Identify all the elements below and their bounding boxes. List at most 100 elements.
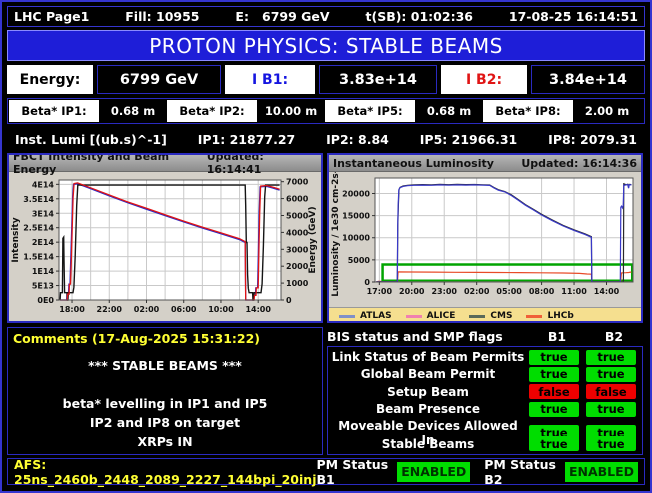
svg-text:1E14: 1E14 — [32, 267, 55, 276]
svg-text:Luminosity / 1e30 cm-2s-1: Luminosity / 1e30 cm-2s-1 — [331, 172, 341, 297]
svg-text:4E14: 4E14 — [32, 180, 55, 189]
bis-flag-b2: true — [586, 401, 636, 417]
intensity-b1-value: 3.83e+14 — [319, 65, 437, 94]
beta-ip4-value: 2.00 m — [573, 100, 641, 122]
luminosity-legend: ATLAS ALICE CMS LHCb — [329, 307, 641, 321]
legend-dash — [526, 314, 543, 318]
comment-line: *** STABLE BEAMS *** — [88, 358, 242, 373]
svg-text:Energy (GeV): Energy (GeV) — [308, 206, 318, 273]
bis-row-label: Setup Beam — [387, 384, 469, 399]
page-title: PROTON PHYSICS: STABLE BEAMS — [7, 30, 645, 61]
bis-col-b2: B2 — [604, 329, 624, 344]
fbct-chart: 18:00 22:00 02:00 06:00 10:00 14:00 0E0 5E13 1E1… — [9, 172, 321, 321]
inst-lumi-row: Inst. Lumi [(ub.s)^-1] IP1: 21877.27 IP2:… — [7, 127, 645, 151]
inst-lumi-ip8: IP8: 2079.31 — [548, 131, 637, 147]
legend-dash — [339, 314, 355, 318]
legend-dash — [469, 314, 486, 318]
bis-row-label: Global Beam Permit — [360, 367, 496, 382]
bis-flag-b1: false — [529, 384, 579, 400]
bis-flags-box: Link Status of Beam Permits true true Globa… — [327, 346, 643, 455]
svg-text:10000: 10000 — [342, 234, 370, 243]
intensity-b1-label: I B1: — [225, 65, 315, 94]
pm-status-b1-label: PM Status B1 — [316, 456, 389, 487]
svg-text:06:00: 06:00 — [171, 305, 197, 314]
svg-text:02:00: 02:00 — [134, 305, 160, 314]
svg-text:2000: 2000 — [286, 262, 309, 271]
fill-number: Fill: 10955 — [125, 9, 200, 24]
luminosity-chart-panel: Instantaneous Luminosity Updated: 16:14:… — [327, 153, 643, 323]
svg-text:5E13: 5E13 — [32, 282, 54, 291]
svg-text:1000: 1000 — [286, 279, 309, 288]
svg-text:20000: 20000 — [342, 189, 370, 198]
datetime: 17-08-25 16:14:51 — [508, 9, 638, 24]
luminosity-chart-updated: Updated: 16:14:36 — [521, 156, 637, 170]
svg-text:3E14: 3E14 — [32, 209, 55, 218]
svg-text:14:00: 14:00 — [594, 287, 620, 296]
energy-label: Energy: — [7, 65, 93, 94]
svg-text:22:00: 22:00 — [97, 305, 123, 314]
svg-text:02:00: 02:00 — [464, 287, 490, 296]
bottom-section: Comments (17-Aug-2025 15:31:22) *** STAB… — [7, 327, 645, 455]
svg-text:17:00: 17:00 — [367, 287, 393, 296]
afs-scheme: AFS: 25ns_2460b_2448_2089_2227_144bpi_20… — [14, 456, 317, 487]
bis-row: Link Status of Beam Permits true true — [330, 349, 640, 365]
comment-line — [13, 375, 317, 394]
svg-text:2.5E14: 2.5E14 — [23, 224, 54, 233]
svg-text:5000: 5000 — [286, 211, 309, 220]
svg-text:1.5E14: 1.5E14 — [23, 253, 54, 262]
svg-text:18:00: 18:00 — [59, 305, 85, 314]
bis-row: Stable Beams true true — [330, 436, 640, 452]
intensity-b2-label: I B2: — [441, 65, 527, 94]
inst-lumi-label: Inst. Lumi [(ub.s)^-1] — [15, 131, 167, 147]
svg-text:14:00: 14:00 — [245, 305, 271, 314]
bis-flag-b2: true — [586, 349, 636, 365]
beam-summary-row: Energy: 6799 GeV I B1: 3.83e+14 I B2: 3.… — [7, 65, 645, 94]
pm-status-b2-label: PM Status B2 — [484, 456, 556, 487]
top-status-bar: LHC Page1 Fill: 10955 E: 6799 GeV t(SB):… — [7, 6, 645, 27]
app-title: LHC Page1 — [14, 9, 90, 24]
bis-col-b1: B1 — [547, 329, 567, 344]
luminosity-chart-titlebar: Instantaneous Luminosity Updated: 16:14:… — [329, 155, 641, 172]
afs-pm-bar: AFS: 25ns_2460b_2448_2089_2227_144bpi_20… — [7, 456, 645, 487]
legend-item-cms: CMS — [469, 311, 512, 321]
charts-section: FBCT Intensity and Beam Energy Updated: … — [7, 153, 645, 323]
svg-text:0: 0 — [364, 278, 370, 287]
stable-beams-timer: t(SB): 01:02:36 — [365, 9, 473, 24]
beta-ip3-label: Beta* IP5: — [325, 100, 415, 122]
beta-ip4-label: Beta* IP8: — [483, 100, 573, 122]
energy-value: 6799 GeV — [97, 65, 221, 94]
beta-ip1-label: Beta* IP1: — [9, 100, 99, 122]
intensity-b2-value: 3.84e+14 — [531, 65, 645, 94]
bis-row-label: Link Status of Beam Permits — [331, 350, 525, 364]
svg-text:3000: 3000 — [286, 245, 309, 254]
inst-lumi-ip5: IP5: 21966.31 — [419, 131, 518, 147]
bis-row: Setup Beam false false — [330, 384, 640, 400]
bis-row-label: Stable Beams — [381, 436, 475, 451]
beta-ip1-value: 0.68 m — [99, 100, 167, 122]
luminosity-chart: 17:00 20:00 23:00 02:00 05:00 08:00 11:00 14:00… — [329, 163, 641, 307]
bis-row-label: Beam Presence — [376, 402, 480, 417]
svg-text:4000: 4000 — [286, 228, 309, 237]
comments-heading: Comments (17-Aug-2025 15:31:22) — [13, 331, 260, 346]
inst-lumi-ip1: IP1: 21877.27 — [197, 131, 296, 147]
comments-body: *** STABLE BEAMS *** beta* levelling in I… — [13, 356, 317, 451]
luminosity-chart-title: Instantaneous Luminosity — [333, 156, 494, 170]
pm-status-b2-badge: ENABLED — [565, 461, 638, 482]
svg-text:Intensity: Intensity — [11, 217, 21, 262]
svg-text:23:00: 23:00 — [431, 287, 457, 296]
svg-text:05:00: 05:00 — [496, 287, 522, 296]
svg-text:08:00: 08:00 — [529, 287, 555, 296]
bis-panel: BIS status and SMP flags B1 B2 Link Stat… — [327, 327, 643, 455]
lhc-page1-window: LHC Page1 Fill: 10955 E: 6799 GeV t(SB):… — [0, 0, 652, 493]
bis-row: Beam Presence true true — [330, 401, 640, 417]
comments-panel: Comments (17-Aug-2025 15:31:22) *** STAB… — [7, 327, 323, 455]
legend-item-alice: ALICE — [405, 311, 455, 321]
bis-flag-b2: true — [586, 366, 636, 382]
fbct-chart-panel: FBCT Intensity and Beam Energy Updated: … — [7, 153, 323, 323]
svg-text:0E0: 0E0 — [37, 296, 54, 305]
svg-text:20:00: 20:00 — [399, 287, 425, 296]
bis-row: Global Beam Permit true true — [330, 366, 640, 382]
svg-text:3.5E14: 3.5E14 — [23, 195, 54, 204]
svg-text:0: 0 — [286, 296, 292, 305]
svg-text:7000: 7000 — [286, 178, 309, 187]
